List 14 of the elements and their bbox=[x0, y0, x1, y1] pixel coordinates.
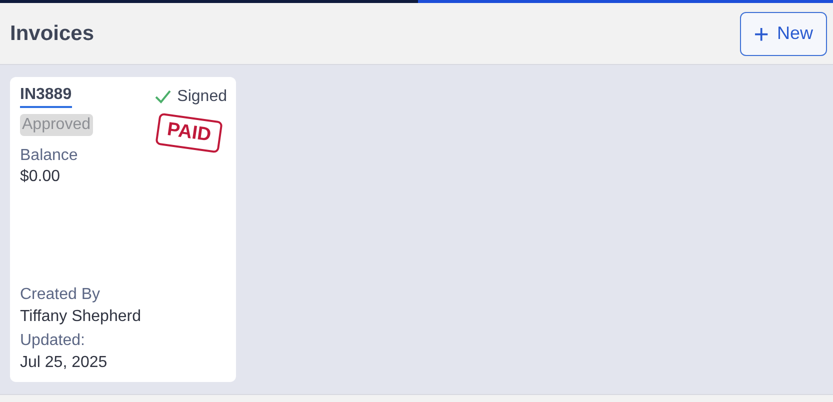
balance-label: Balance bbox=[20, 146, 79, 166]
invoice-number[interactable]: IN3889 bbox=[20, 85, 72, 108]
new-button[interactable]: + New bbox=[740, 12, 827, 56]
invoice-card[interactable]: IN3889 Approved Signed PAID Balance $0.00 Created By Tiffany Shepherd Updated: Jul 25, 2025 bbox=[10, 77, 236, 382]
created-by-label: Created By bbox=[20, 285, 102, 305]
page-title: Invoices bbox=[10, 20, 94, 47]
signed-label: Signed bbox=[154, 85, 227, 109]
updated-value: Jul 25, 2025 bbox=[20, 353, 108, 373]
check-icon bbox=[154, 89, 172, 105]
updated-label: Updated: bbox=[20, 331, 86, 351]
paid-stamp: PAID bbox=[155, 112, 223, 154]
balance-value: $0.00 bbox=[20, 167, 62, 187]
created-by-value: Tiffany Shepherd bbox=[20, 307, 142, 327]
status-tag: Approved bbox=[20, 114, 92, 136]
